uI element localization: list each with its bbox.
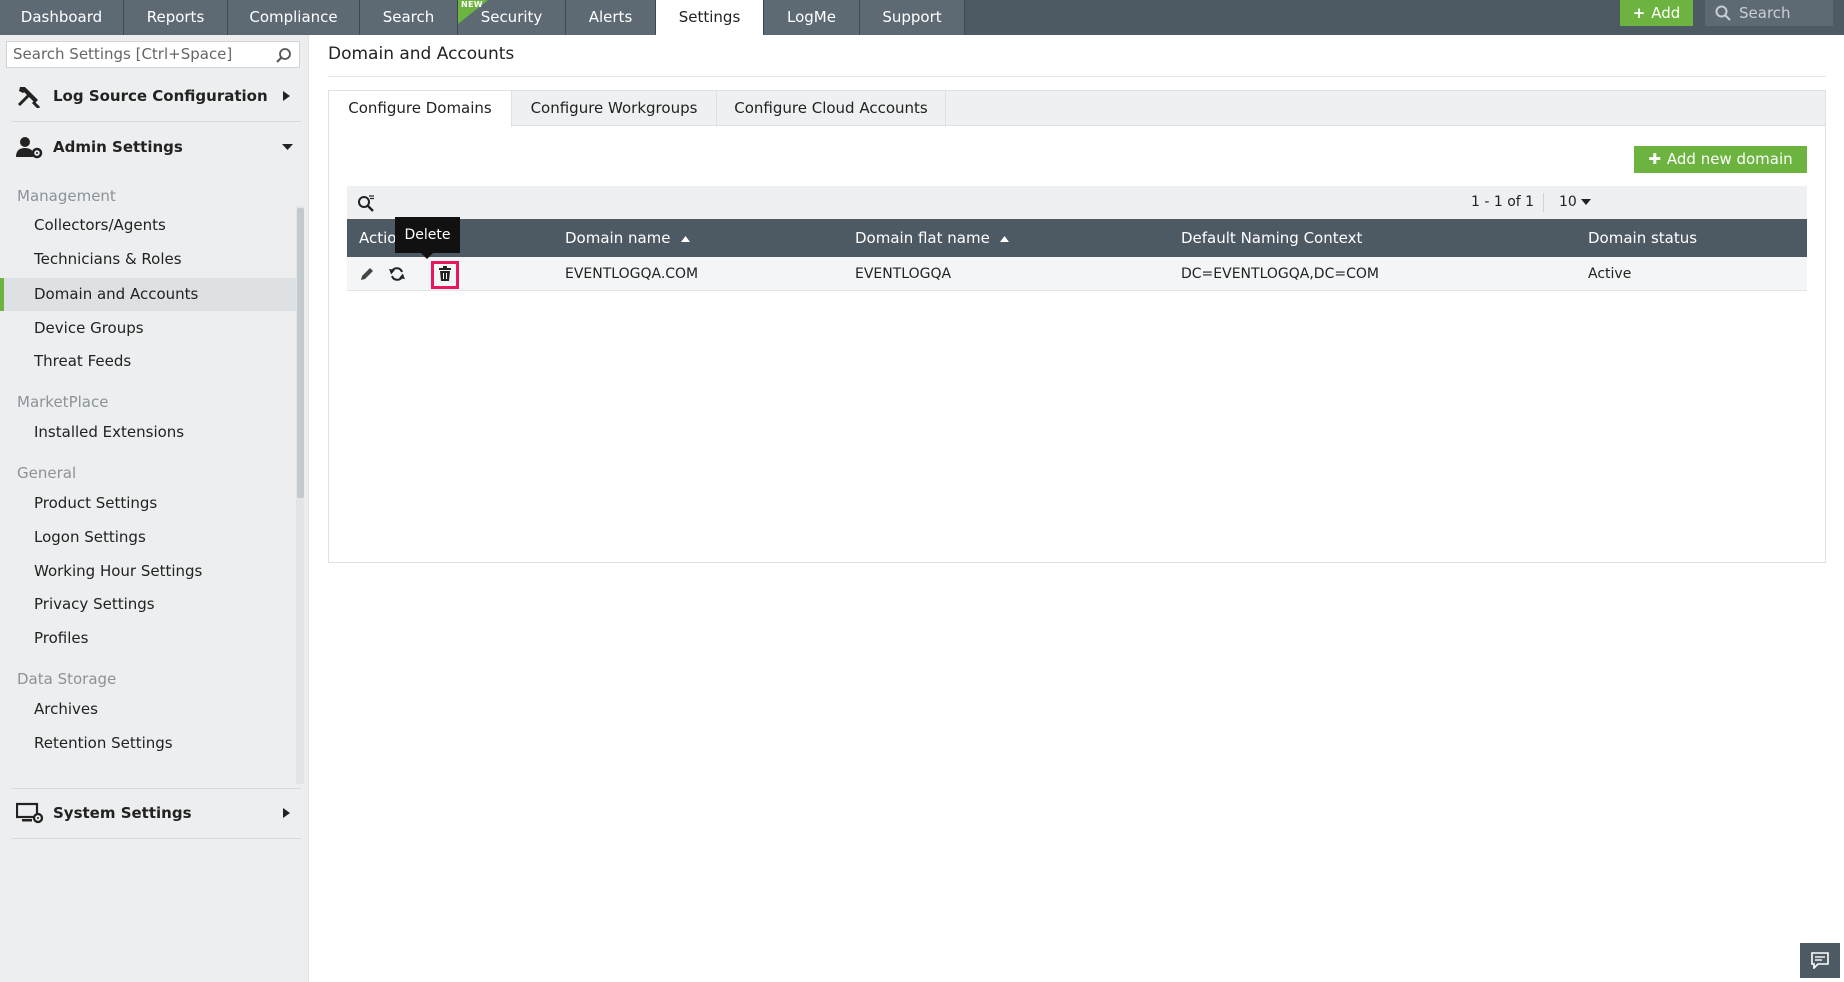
column-header-actions: Actio: [359, 229, 397, 247]
tab-configure-cloud-accounts[interactable]: Configure Cloud Accounts: [717, 91, 946, 127]
group-title-general: General: [17, 464, 77, 482]
sidebar-item-profiles[interactable]: Profiles: [0, 622, 297, 655]
search-icon: [1715, 5, 1731, 21]
plus-icon: ✚: [1648, 150, 1661, 168]
sidebar-scrollbar-thumb[interactable]: [297, 208, 304, 498]
column-header-default-naming-context[interactable]: Default Naming Context: [1181, 219, 1362, 257]
tab-search[interactable]: Search: [360, 0, 458, 35]
sidebar-item-device-groups[interactable]: Device Groups: [0, 312, 297, 345]
add-button[interactable]: + Add: [1620, 0, 1693, 26]
group-title-management: Management: [17, 187, 116, 205]
sidebar-section-system[interactable]: System Settings: [0, 788, 301, 838]
tab-logme[interactable]: LogMe: [764, 0, 860, 35]
sidebar-item-product-settings[interactable]: Product Settings: [0, 487, 297, 520]
delete-tooltip: Delete: [395, 217, 460, 253]
sidebar-item-technicians-roles[interactable]: Technicians & Roles: [0, 243, 297, 276]
refresh-icon[interactable]: [389, 266, 405, 282]
column-header-label: Domain name: [565, 229, 671, 247]
settings-search-input[interactable]: Search Settings [Ctrl+Space]: [6, 41, 300, 68]
chat-icon: [1811, 952, 1829, 969]
tooltip-arrow: [421, 253, 433, 259]
cell-domain-flat-name: EVENTLOGQA: [855, 266, 952, 282]
cell-domain-status: Active: [1588, 266, 1632, 282]
per-page-select[interactable]: 10: [1559, 186, 1592, 219]
cell-default-naming-context: DC=EVENTLOGQA,DC=COM: [1181, 266, 1379, 282]
add-new-domain-button[interactable]: ✚ Add new domain: [1634, 146, 1807, 173]
tools-icon: [17, 87, 41, 108]
column-header-domain-name[interactable]: Domain name: [565, 219, 690, 257]
caret-right-icon: [283, 91, 290, 101]
global-search-input[interactable]: Search: [1705, 0, 1833, 26]
global-search-placeholder: Search: [1739, 4, 1791, 22]
edit-icon[interactable]: [359, 266, 375, 282]
search-filter-icon[interactable]: [357, 194, 375, 212]
domains-panel: Configure Domains Configure Workgroups C…: [328, 90, 1826, 563]
divider: [328, 76, 1826, 77]
sidebar-item-collectors-agents[interactable]: Collectors/Agents: [0, 209, 297, 242]
subtab-bar: Configure Domains Configure Workgroups C…: [329, 91, 1825, 127]
caret-down-icon: [282, 144, 293, 150]
search-icon[interactable]: [275, 47, 292, 64]
add-button-label: Add: [1651, 4, 1681, 22]
tab-configure-domains[interactable]: Configure Domains: [329, 91, 512, 127]
top-navigation: Dashboard Reports Compliance Search Secu…: [0, 0, 1844, 35]
table-header: Actio Domain name Domain flat name Defau…: [347, 219, 1807, 257]
sidebar-section-log-source[interactable]: Log Source Configuration: [0, 71, 301, 121]
plus-icon: +: [1632, 4, 1646, 22]
sidebar-item-threat-feeds[interactable]: Threat Feeds: [0, 345, 297, 378]
column-header-label: Domain flat name: [855, 229, 990, 247]
group-title-data-storage: Data Storage: [17, 670, 117, 688]
sidebar-item-domain-and-accounts[interactable]: Domain and Accounts: [0, 278, 297, 311]
settings-sidebar: Search Settings [Ctrl+Space] Log Source …: [0, 35, 309, 982]
sidebar-item-logon-settings[interactable]: Logon Settings: [0, 521, 297, 554]
page-title: Domain and Accounts: [328, 44, 515, 64]
tab-alerts[interactable]: Alerts: [566, 0, 656, 35]
tab-reports[interactable]: Reports: [124, 0, 228, 35]
add-new-domain-label: Add new domain: [1666, 150, 1793, 168]
sidebar-item-working-hour-settings[interactable]: Working Hour Settings: [0, 555, 297, 588]
sidebar-item-archives[interactable]: Archives: [0, 693, 297, 726]
grid-toolbar: 1 - 1 of 1 10: [347, 186, 1807, 219]
tab-security[interactable]: Security: [458, 0, 566, 35]
pagination-info: 1 - 1 of 1: [1471, 194, 1535, 210]
delete-icon[interactable]: [438, 266, 452, 282]
caret-down-icon: [1581, 199, 1592, 205]
sort-ascending-icon: [680, 235, 690, 242]
sort-ascending-icon: [999, 235, 1009, 242]
column-header-domain-flat-name[interactable]: Domain flat name: [855, 219, 1009, 257]
sidebar-item-privacy-settings[interactable]: Privacy Settings: [0, 588, 297, 621]
tab-dashboard[interactable]: Dashboard: [0, 0, 124, 35]
divider: [12, 838, 301, 839]
settings-search-placeholder: Search Settings [Ctrl+Space]: [13, 45, 233, 63]
cell-domain-name: EVENTLOGQA.COM: [565, 266, 699, 282]
sidebar-section-label: Log Source Configuration: [53, 87, 268, 105]
tab-configure-workgroups[interactable]: Configure Workgroups: [512, 91, 717, 127]
sidebar-item-installed-extensions[interactable]: Installed Extensions: [0, 416, 297, 449]
per-page-value: 10: [1559, 194, 1577, 210]
sidebar-item-retention-settings[interactable]: Retention Settings: [0, 727, 297, 760]
monitor-gear-icon: [16, 802, 44, 824]
tab-support[interactable]: Support: [860, 0, 965, 35]
user-gear-icon: [16, 137, 43, 159]
group-title-marketplace: MarketPlace: [17, 393, 109, 411]
tab-compliance[interactable]: Compliance: [228, 0, 360, 35]
sidebar-section-label: System Settings: [53, 804, 192, 822]
tab-settings[interactable]: Settings: [656, 0, 764, 35]
caret-right-icon: [283, 808, 290, 818]
chat-button[interactable]: [1800, 943, 1840, 978]
column-header-domain-status[interactable]: Domain status: [1588, 219, 1697, 257]
table-row: EVENTLOGQA.COM EVENTLOGQA DC=EVENTLOGQA,…: [347, 257, 1807, 291]
sidebar-section-label: Admin Settings: [53, 138, 183, 156]
divider: [1543, 193, 1544, 212]
sidebar-section-admin[interactable]: Admin Settings: [0, 122, 301, 172]
